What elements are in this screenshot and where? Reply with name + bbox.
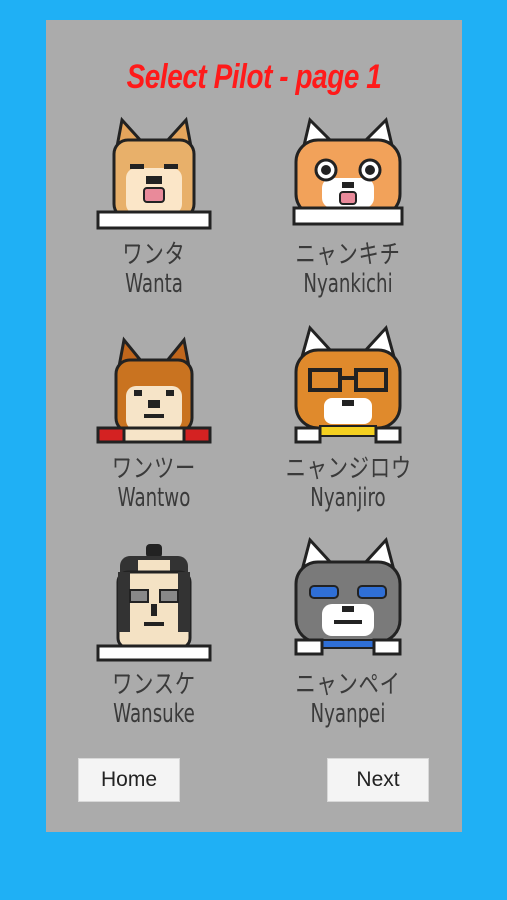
pilot-card-nyankichi[interactable]: ニャンキチ Nyankichi bbox=[268, 112, 428, 299]
pilot-name-en: Nyanpei bbox=[310, 699, 386, 729]
page-title: Select Pilot - page 1 bbox=[126, 58, 382, 96]
pilot-card-wantwo[interactable]: ワンツー Wantwo bbox=[74, 336, 234, 513]
next-button[interactable]: Next bbox=[327, 758, 429, 802]
pilot-name-jp: ニャンペイ bbox=[295, 670, 401, 700]
pilot-card-wanta[interactable]: ワンタ Wanta bbox=[74, 112, 234, 299]
gray-cat-icon bbox=[294, 536, 402, 656]
shiba-dog-tan-icon bbox=[96, 116, 212, 230]
pilot-card-wansuke[interactable]: ワンスケ Wansuke bbox=[74, 542, 234, 729]
pilot-name-jp: ニャンキチ bbox=[295, 240, 401, 270]
pilot-name-en: Wansuke bbox=[113, 699, 195, 729]
pilot-card-nyanjiro[interactable]: ニャンジロウ Nyanjiro bbox=[268, 320, 428, 513]
orange-tabby-cat-icon bbox=[292, 117, 404, 226]
pilot-select-panel: Select Pilot - page 1 ワンタ Wanta ニャンキチ Ny… bbox=[46, 20, 462, 832]
shiba-dog-brown-icon bbox=[96, 336, 212, 444]
pilot-name-jp: ニャンジロウ bbox=[285, 454, 412, 484]
samurai-man-icon bbox=[96, 544, 212, 662]
pilot-name-en: Nyanjiro bbox=[310, 483, 386, 513]
tabby-cat-glasses-icon bbox=[294, 324, 402, 444]
pilot-name-en: Wanta bbox=[125, 269, 183, 299]
pilot-name-jp: ワンタ bbox=[122, 240, 186, 270]
pilot-name-jp: ワンツー bbox=[111, 454, 197, 484]
pilot-name-en: Nyankichi bbox=[303, 269, 393, 299]
pilot-name-en: Wantwo bbox=[117, 483, 191, 513]
pilot-card-nyanpei[interactable]: ニャンペイ Nyanpei bbox=[268, 536, 428, 729]
pilot-name-jp: ワンスケ bbox=[112, 670, 196, 700]
home-button[interactable]: Home bbox=[78, 758, 180, 802]
